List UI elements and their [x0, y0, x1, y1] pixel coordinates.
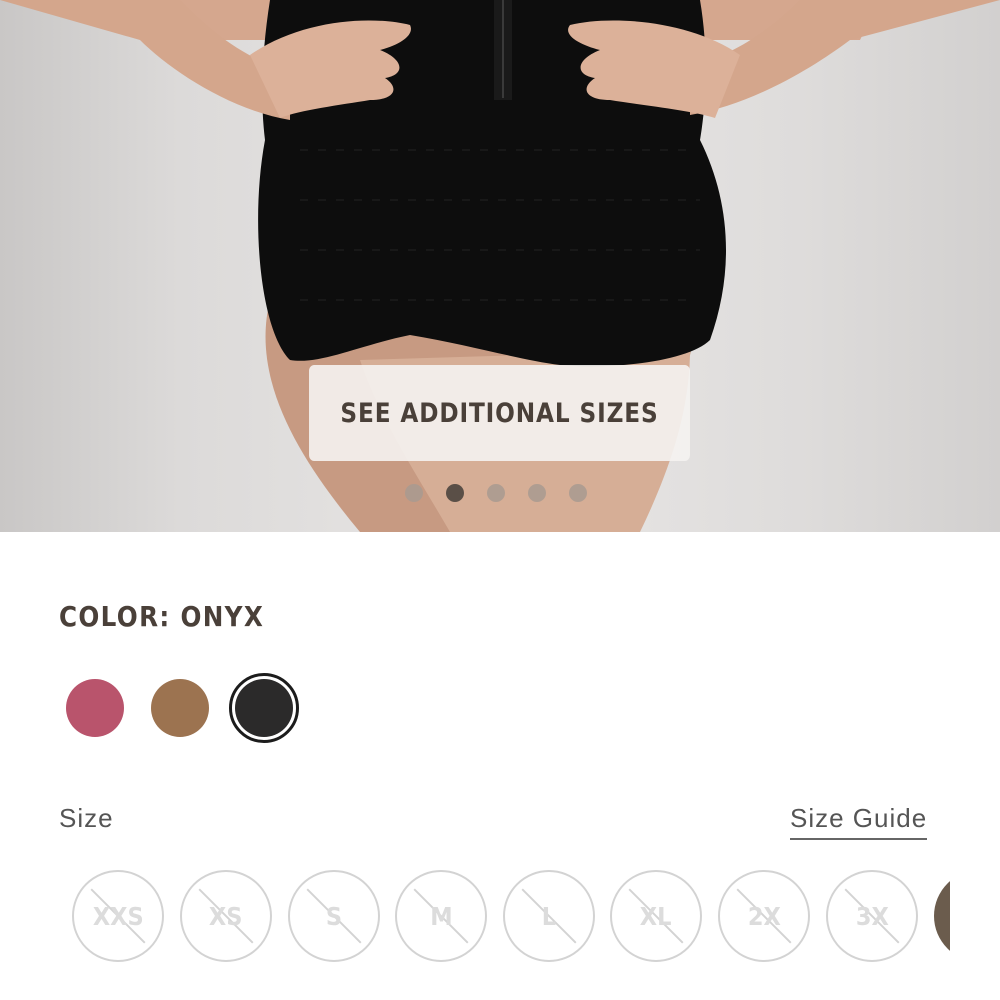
size-option-3x[interactable]: 3X [826, 870, 918, 962]
size-option-xl[interactable]: XL [610, 870, 702, 962]
size-option-m[interactable]: M [395, 870, 487, 962]
carousel-dot[interactable] [528, 484, 546, 502]
size-options: XXS XS S M L XL 2X 3X [72, 870, 950, 966]
swatch-brown[interactable] [151, 679, 209, 737]
swatch-onyx[interactable] [235, 679, 293, 737]
carousel-dots [405, 484, 587, 502]
size-option-label: XXS [92, 901, 144, 931]
size-label: Size [59, 803, 114, 833]
size-option-label: L [541, 901, 557, 931]
swatch-rose[interactable] [66, 679, 124, 737]
size-option-s[interactable]: S [288, 870, 380, 962]
size-option-label: M [429, 901, 453, 931]
product-image-carousel[interactable]: SEE ADDITIONAL SIZES [0, 0, 1000, 532]
carousel-dot[interactable] [405, 484, 423, 502]
carousel-dot[interactable] [569, 484, 587, 502]
color-label: COLOR: ONYX [59, 600, 265, 633]
size-option-next-partial[interactable] [934, 870, 950, 962]
size-option-label: 3X [855, 901, 889, 931]
see-additional-sizes-button[interactable]: SEE ADDITIONAL SIZES [309, 365, 690, 461]
size-option-label: XL [640, 901, 672, 931]
size-option-l[interactable]: L [503, 870, 595, 962]
size-option-xs[interactable]: XS [180, 870, 272, 962]
size-option-2x[interactable]: 2X [718, 870, 810, 962]
size-option-label: 2X [747, 901, 781, 931]
size-guide-link[interactable]: Size Guide [790, 803, 928, 840]
size-option-xxs[interactable]: XXS [72, 870, 164, 962]
carousel-dot-active[interactable] [446, 484, 464, 502]
size-option-label: S [325, 901, 343, 931]
size-option-label: XS [209, 901, 243, 931]
carousel-dot[interactable] [487, 484, 505, 502]
